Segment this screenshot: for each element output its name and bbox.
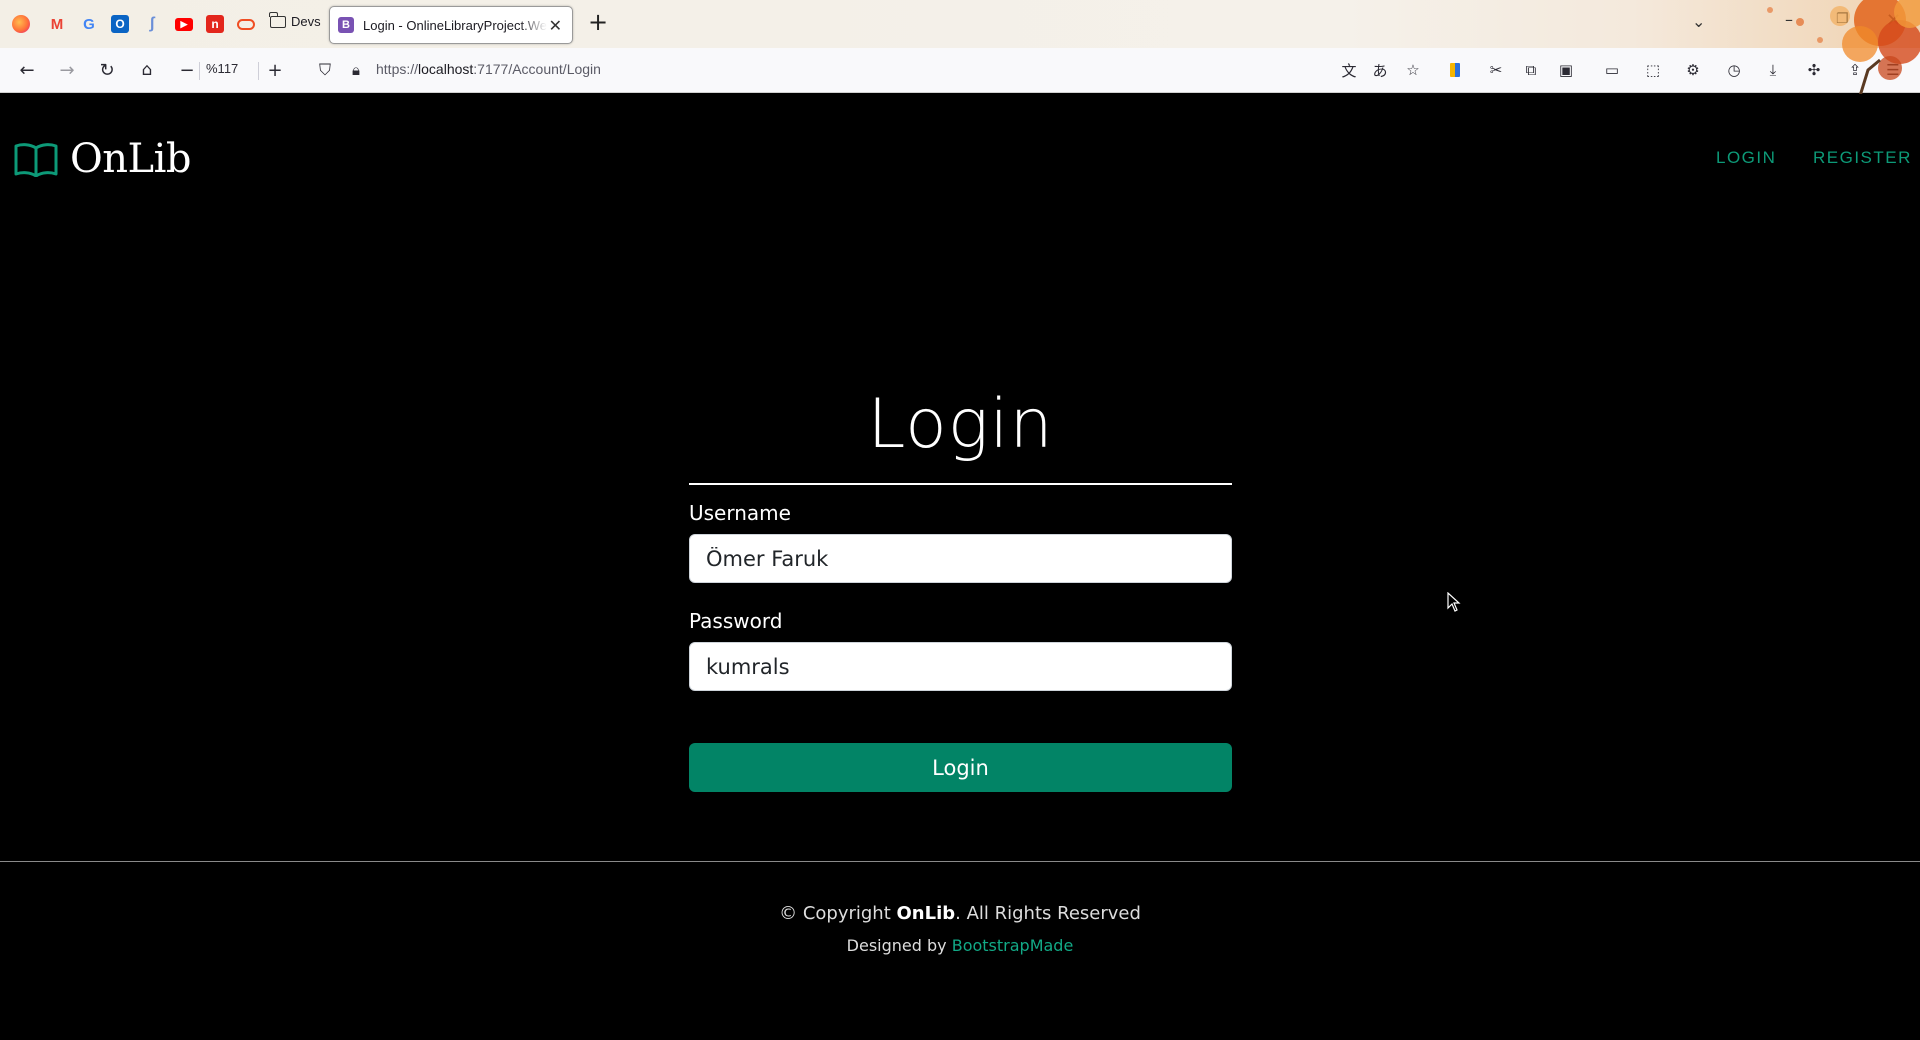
- password-input[interactable]: [689, 642, 1232, 691]
- menu-hamburger-icon[interactable]: ☰: [1883, 60, 1903, 80]
- bookmark-oracle[interactable]: [237, 14, 255, 34]
- page: OnLib LOGIN REGISTER Login Username Pass…: [0, 94, 1920, 1040]
- google-icon: G: [83, 15, 95, 33]
- copy-icon[interactable]: ⧉: [1521, 60, 1541, 80]
- bookmark-folder-label: Devs: [291, 14, 321, 29]
- feather-icon: ʃ: [149, 15, 155, 32]
- translate-icon[interactable]: 文: [1339, 60, 1359, 80]
- login-title: Login: [867, 385, 1054, 464]
- mouse-cursor-icon: [1447, 592, 1461, 612]
- bookmark-folder-devs[interactable]: Devs: [269, 11, 321, 29]
- copyright-line: © Copyright OnLib. All Rights Reserved: [0, 903, 1920, 924]
- url-host: localhost: [418, 61, 474, 77]
- brand-name: OnLib: [70, 136, 192, 182]
- browser-tab-strip: M G O ʃ ▶ n Devs B Login - OnlineLibrary…: [0, 0, 1920, 48]
- restore-icon[interactable]: ❐: [1836, 11, 1849, 27]
- tracking-shield-icon[interactable]: ⛉: [312, 58, 338, 82]
- list-all-tabs-chevron-icon[interactable]: ⌄: [1692, 12, 1705, 31]
- tab-close-icon[interactable]: ✕: [549, 16, 562, 35]
- bookmark-feather[interactable]: ʃ: [143, 14, 161, 34]
- forward-arrow-icon[interactable]: →: [54, 58, 80, 82]
- red-app-icon: n: [206, 15, 224, 33]
- new-tab-icon[interactable]: +: [588, 10, 608, 34]
- browser-nav-bar: ← → ↻ ⌂ − %117 + ⛉ 🔒︎ https://localhost:…: [0, 48, 1920, 93]
- outlook-icon: O: [111, 15, 129, 33]
- bookmark-gmail[interactable]: M: [48, 14, 66, 34]
- share-icon[interactable]: ⇪: [1845, 60, 1865, 80]
- url-bar[interactable]: https://localhost:7177/Account/Login: [376, 61, 601, 77]
- login-form: Login Username Password Login: [689, 379, 1232, 792]
- username-input[interactable]: [689, 534, 1232, 583]
- extension-book-icon[interactable]: [1445, 60, 1465, 80]
- url-scheme: https://: [376, 61, 419, 77]
- screenshot-icon[interactable]: ⬚: [1643, 60, 1663, 80]
- minimize-icon[interactable]: –: [1785, 10, 1793, 29]
- url-path: :7177/Account/Login: [473, 61, 601, 77]
- bootstrap-favicon-icon: B: [338, 17, 354, 33]
- nav-register-link[interactable]: REGISTER: [1813, 148, 1912, 168]
- window-close-icon[interactable]: ✕: [1886, 10, 1901, 31]
- login-submit-button[interactable]: Login: [689, 743, 1232, 792]
- bookmark-firefox[interactable]: [12, 14, 30, 34]
- gmail-icon: M: [50, 15, 64, 33]
- reader-view-icon[interactable]: ▭: [1602, 60, 1622, 80]
- reload-icon[interactable]: ↻: [94, 58, 120, 82]
- tab-title: Login - OnlineLibraryProject.We: [363, 17, 547, 33]
- divider: [199, 62, 200, 80]
- back-arrow-icon[interactable]: ←: [14, 58, 40, 82]
- copyright-brand: OnLib: [896, 903, 956, 924]
- youtube-icon: ▶: [175, 17, 193, 31]
- footer-divider: [0, 861, 1920, 862]
- oracle-icon: [237, 18, 255, 30]
- zoom-level[interactable]: %117: [206, 61, 238, 76]
- settings-gear-icon[interactable]: ⚙: [1683, 60, 1703, 80]
- zoom-in-icon[interactable]: +: [262, 58, 288, 82]
- bootstrapmade-link[interactable]: BootstrapMade: [952, 936, 1074, 955]
- zoom-out-icon[interactable]: −: [174, 58, 200, 82]
- translate-page-icon[interactable]: あ: [1370, 60, 1390, 80]
- bookmark-google[interactable]: G: [80, 14, 98, 34]
- folder-icon: [269, 11, 286, 28]
- title-divider: [689, 483, 1232, 485]
- bookmark-youtube[interactable]: ▶: [175, 14, 193, 34]
- scissors-icon[interactable]: ✂: [1486, 60, 1506, 80]
- bookmark-outlook[interactable]: O: [111, 14, 129, 34]
- browser-tab-active[interactable]: B Login - OnlineLibraryProject.We ✕: [329, 6, 573, 44]
- password-label: Password: [689, 609, 783, 633]
- extensions-puzzle-icon[interactable]: ✣: [1804, 60, 1824, 80]
- clipboard-icon[interactable]: ▣: [1556, 60, 1576, 80]
- copyright-suffix: . All Rights Reserved: [955, 903, 1141, 924]
- copyright-prefix: © Copyright: [779, 903, 897, 924]
- bookmark-red-app[interactable]: n: [206, 14, 224, 34]
- lock-icon[interactable]: 🔒︎: [343, 58, 369, 82]
- footer: © Copyright OnLib. All Rights Reserved D…: [0, 903, 1920, 955]
- history-clock-icon[interactable]: ◷: [1724, 60, 1744, 80]
- download-icon[interactable]: ⤓: [1763, 60, 1783, 80]
- username-label: Username: [689, 501, 791, 525]
- site-brand[interactable]: OnLib: [14, 136, 192, 182]
- bookmark-star-icon[interactable]: ☆: [1403, 60, 1423, 80]
- designed-by-label: Designed by: [846, 936, 952, 955]
- nav-login-link[interactable]: LOGIN: [1716, 148, 1776, 168]
- credits-line: Designed by BootstrapMade: [0, 936, 1920, 955]
- open-book-icon: [14, 143, 58, 177]
- home-icon[interactable]: ⌂: [134, 58, 160, 82]
- firefox-icon: [12, 15, 30, 33]
- divider: [258, 62, 259, 80]
